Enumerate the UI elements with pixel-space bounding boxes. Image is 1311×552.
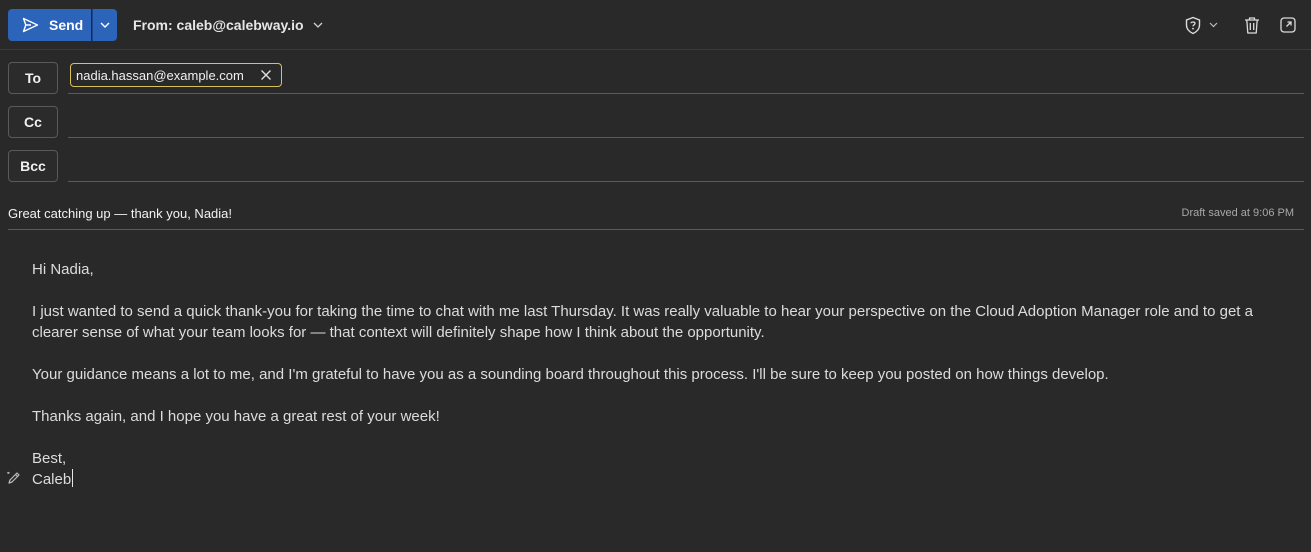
recipient-chip[interactable]: nadia.hassan@example.com	[70, 63, 282, 87]
close-icon[interactable]	[260, 69, 272, 81]
draft-status: Draft saved at 9:06 PM	[1181, 207, 1295, 219]
editor-assist-button[interactable]	[6, 470, 22, 491]
body-paragraph: I just wanted to send a quick thank-you …	[32, 303, 1253, 341]
from-label: From: caleb@calebway.io	[133, 17, 304, 33]
chevron-down-icon	[1209, 22, 1218, 28]
pop-out-icon	[1280, 17, 1296, 33]
body-greeting: Hi Nadia,	[32, 261, 94, 278]
sensitivity-button[interactable]	[1184, 14, 1218, 36]
body-signature-line: Caleb	[32, 469, 1272, 490]
to-button[interactable]: To	[8, 62, 58, 94]
discard-button[interactable]	[1243, 14, 1261, 36]
chevron-down-icon	[313, 22, 323, 28]
message-body[interactable]: Hi Nadia, I just wanted to send a quick …	[32, 259, 1272, 490]
chevron-down-icon	[100, 22, 110, 28]
send-options-button[interactable]	[92, 9, 117, 41]
body-signoff: Best,	[32, 450, 67, 467]
pen-sparkle-icon	[6, 471, 20, 484]
subject-field[interactable]: Great catching up — thank you, Nadia!	[8, 206, 232, 221]
bcc-label: Bcc	[20, 158, 46, 174]
to-label: To	[24, 70, 42, 86]
shield-question-icon	[1185, 16, 1201, 34]
body-signature: Caleb	[32, 471, 72, 488]
send-button[interactable]: Send	[8, 9, 91, 41]
bcc-field[interactable]	[68, 151, 1304, 181]
body-paragraph: Your guidance means a lot to me, and I'm…	[32, 366, 1109, 383]
from-selector[interactable]: From: caleb@calebway.io	[133, 17, 323, 33]
cc-label: Cc	[24, 114, 42, 130]
bcc-underline	[68, 181, 1304, 182]
bcc-button[interactable]: Bcc	[8, 150, 58, 182]
cc-field[interactable]	[68, 107, 1304, 137]
cc-underline	[68, 137, 1304, 138]
recipient-chip-address: nadia.hassan@example.com	[76, 67, 244, 83]
body-paragraph: Thanks again, and I hope you have a grea…	[32, 408, 440, 425]
to-underline	[68, 93, 1304, 94]
trash-icon	[1245, 16, 1259, 34]
send-label: Send	[49, 17, 84, 33]
send-icon	[22, 17, 39, 33]
send-button-group: Send	[8, 9, 117, 41]
cc-button[interactable]: Cc	[8, 106, 58, 138]
pop-out-button[interactable]	[1279, 14, 1297, 36]
subject-underline	[8, 229, 1304, 230]
compose-toolbar: Send From: caleb@calebway.io	[0, 0, 1311, 50]
text-cursor	[72, 469, 74, 487]
